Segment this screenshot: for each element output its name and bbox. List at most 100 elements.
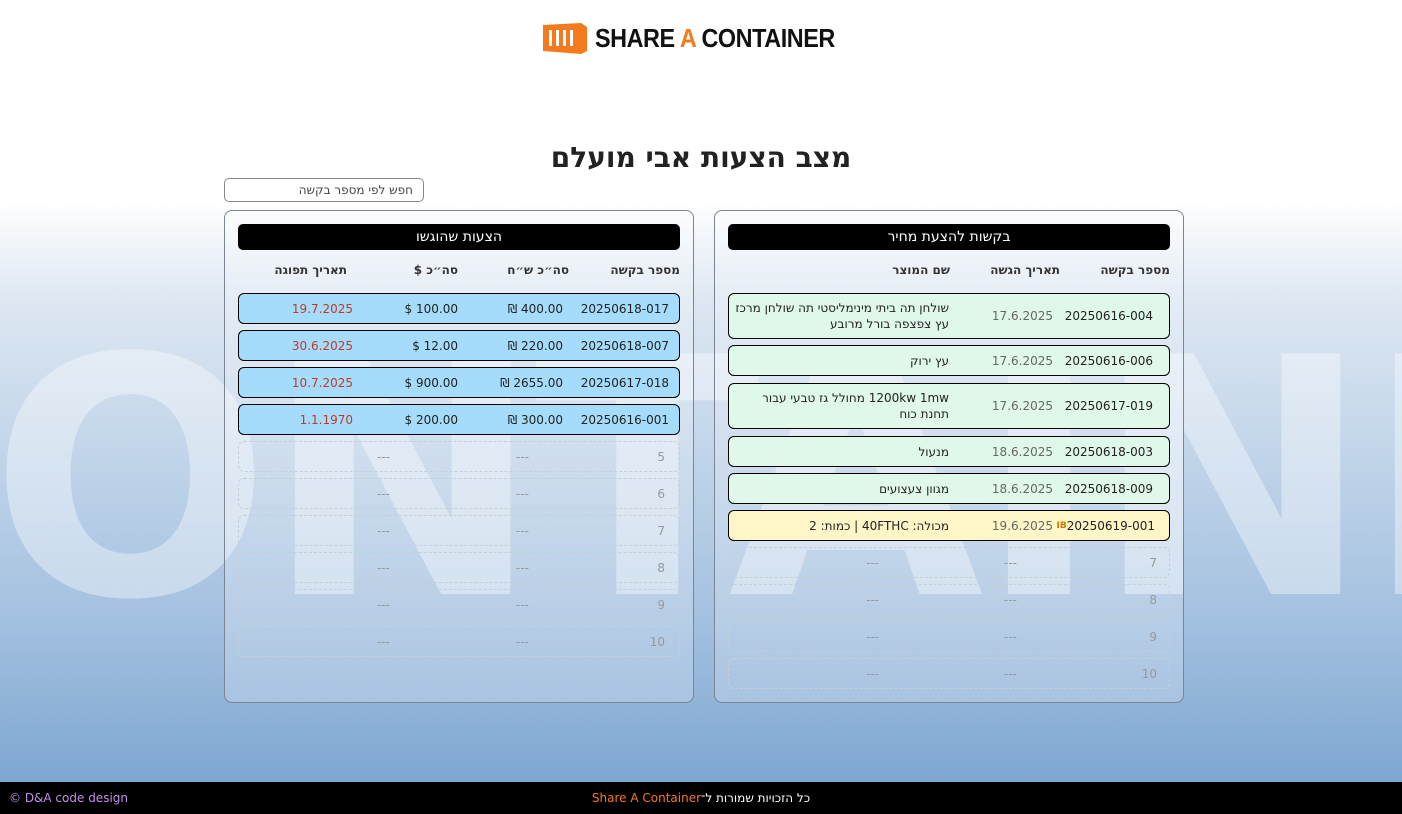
request-id: 20250617-018 — [580, 375, 669, 390]
empty-row: 10 --- --- — [728, 658, 1170, 689]
placeholder-usd: --- — [377, 449, 390, 464]
placeholder-ils: --- — [516, 597, 529, 612]
placeholder-date: --- — [1004, 555, 1017, 570]
copyright-notice: כל הזכויות שמורות ל־Share A Container — [591, 791, 811, 805]
total-ils: 300.00 ₪ — [507, 412, 563, 427]
col-submit-date: תאריך הגשה — [990, 263, 1060, 277]
row-number: 7 — [657, 523, 665, 538]
empty-row: 7 --- --- — [238, 515, 680, 546]
request-row[interactable]: 20250616-004 17.6.2025 שולחן תה ביתי מינ… — [728, 293, 1170, 339]
product-name: שולחן תה ביתי מינימליסטי תה שולחן מרכז ע… — [735, 301, 949, 331]
row-number: 8 — [1149, 592, 1157, 607]
submitted-offers-panel: הצעות שהוגשו מספר בקשה סה״כ ש״ח סה״כ $ ת… — [224, 210, 694, 703]
empty-row: 10 --- --- — [238, 626, 680, 657]
placeholder-date: --- — [1004, 592, 1017, 607]
submit-date: 18.6.2025 — [991, 444, 1053, 459]
placeholder-product: --- — [866, 629, 879, 644]
request-row[interactable]: 20250618-009 18.6.2025 מגוון צעצועים — [728, 473, 1170, 504]
submit-date: 19.6.2025 — [991, 518, 1053, 533]
request-id: 20250617-019 — [1064, 399, 1153, 413]
row-number: 5 — [657, 449, 665, 464]
request-id: 20250619-001 — [1066, 518, 1155, 533]
placeholder-product: --- — [866, 592, 879, 607]
col-request-id: מספר בקשה — [610, 263, 680, 277]
row-number: 7 — [1149, 555, 1157, 570]
row-number: 9 — [657, 597, 665, 612]
total-ils: 2655.00 ₪ — [500, 375, 563, 390]
expiry-date: 1.1.1970 — [299, 412, 353, 427]
request-id: 20250616-006 — [1064, 353, 1153, 368]
submit-date: 17.6.2025 — [991, 353, 1053, 368]
request-row[interactable]: 20250617-019 17.6.2025 1200kw 1mw מחולל … — [728, 383, 1170, 429]
column-headers: מספר בקשה סה״כ ש״ח סה״כ $ תאריך תפוגה — [238, 263, 680, 283]
request-row[interactable]: 20250618-003 18.6.2025 מנעול — [728, 436, 1170, 467]
expiry-date: 30.6.2025 — [291, 338, 353, 353]
col-product: שם המוצר — [892, 263, 950, 277]
total-usd: 200.00 $ — [404, 412, 458, 427]
offer-row[interactable]: 20250617-018 2655.00 ₪ 900.00 $ 10.7.202… — [238, 367, 680, 398]
placeholder-usd: --- — [377, 560, 390, 575]
developer-credit[interactable]: © D&A code design — [9, 782, 128, 814]
logo-text: SHARE A CONTAINER — [594, 22, 835, 53]
placeholder-ils: --- — [516, 449, 529, 464]
placeholder-usd: --- — [377, 486, 390, 501]
expiry-date: 10.7.2025 — [291, 375, 353, 390]
request-row[interactable]: 20250619-001 IB 19.6.2025 מכולה: 40FTHC |… — [728, 510, 1170, 541]
total-usd: 900.00 $ — [404, 375, 458, 390]
offer-row[interactable]: 20250618-007 220.00 ₪ 12.00 $ 30.6.2025 — [238, 330, 680, 361]
page-title: מצב הצעות אבי מועלם — [550, 141, 852, 174]
total-ils: 400.00 ₪ — [507, 301, 563, 316]
placeholder-date: --- — [1004, 666, 1017, 681]
empty-row: 6 --- --- — [238, 478, 680, 509]
total-ils: 220.00 ₪ — [507, 338, 563, 353]
request-id: 20250618-003 — [1064, 444, 1153, 459]
expiry-date: 19.7.2025 — [291, 301, 353, 316]
submit-date: 18.6.2025 — [991, 481, 1053, 496]
total-usd: 100.00 $ — [404, 301, 458, 316]
logo[interactable]: SHARE A CONTAINER — [541, 18, 861, 58]
product-name: עץ ירוק — [909, 353, 949, 368]
placeholder-date: --- — [1004, 629, 1017, 644]
header: SHARE A CONTAINER — [0, 18, 1402, 58]
row-number: 10 — [1141, 666, 1157, 681]
footer: כל הזכויות שמורות ל־Share A Container © … — [0, 782, 1402, 814]
offer-row[interactable]: 20250618-017 400.00 ₪ 100.00 $ 19.7.2025 — [238, 293, 680, 324]
request-id: 20250618-007 — [580, 338, 669, 353]
product-name: מנעול — [918, 444, 949, 459]
footer-brand-link[interactable]: Share A Container — [592, 791, 701, 805]
placeholder-ils: --- — [516, 560, 529, 575]
empty-row: 9 --- --- — [728, 621, 1170, 652]
request-id: 20250616-004 — [1064, 309, 1153, 323]
col-request-id: מספר בקשה — [1100, 263, 1170, 277]
panel-title: בקשות להצעת מחיר — [728, 224, 1170, 250]
col-total-usd: סה״כ $ — [413, 263, 458, 277]
search-input[interactable] — [224, 178, 424, 202]
placeholder-usd: --- — [377, 634, 390, 649]
placeholder-ils: --- — [516, 634, 529, 649]
col-total-ils: סה״כ ש״ח — [507, 263, 569, 277]
ib-badge: IB — [1056, 520, 1067, 531]
row-number: 10 — [649, 634, 665, 649]
submit-date: 17.6.2025 — [991, 399, 1053, 413]
request-id: 20250618-017 — [580, 301, 669, 316]
request-row[interactable]: 20250616-006 17.6.2025 עץ ירוק — [728, 345, 1170, 376]
request-id: 20250616-001 — [580, 412, 669, 427]
empty-row: 7 --- --- — [728, 547, 1170, 578]
request-id-cell: 20250619-001 IB — [1053, 511, 1155, 540]
product-name: 1200kw 1mw מחולל גז טבעי עבור תחנת כוח — [762, 391, 949, 421]
placeholder-usd: --- — [377, 523, 390, 538]
container-icon — [542, 23, 587, 54]
empty-row: 5 --- --- — [238, 441, 680, 472]
background-watermark: ONTAINE — [0, 330, 1402, 630]
empty-row: 8 --- --- — [238, 552, 680, 583]
offer-row[interactable]: 20250616-001 300.00 ₪ 200.00 $ 1.1.1970 — [238, 404, 680, 435]
placeholder-ils: --- — [516, 523, 529, 538]
product-name: מכולה: 40FTHC | כמות: 2 — [809, 518, 949, 533]
placeholder-ils: --- — [516, 486, 529, 501]
row-number: 9 — [1149, 629, 1157, 644]
empty-row: 9 --- --- — [238, 589, 680, 620]
placeholder-product: --- — [866, 555, 879, 570]
product-name: מגוון צעצועים — [879, 481, 949, 496]
panel-title: הצעות שהוגשו — [238, 224, 680, 250]
placeholder-usd: --- — [377, 597, 390, 612]
